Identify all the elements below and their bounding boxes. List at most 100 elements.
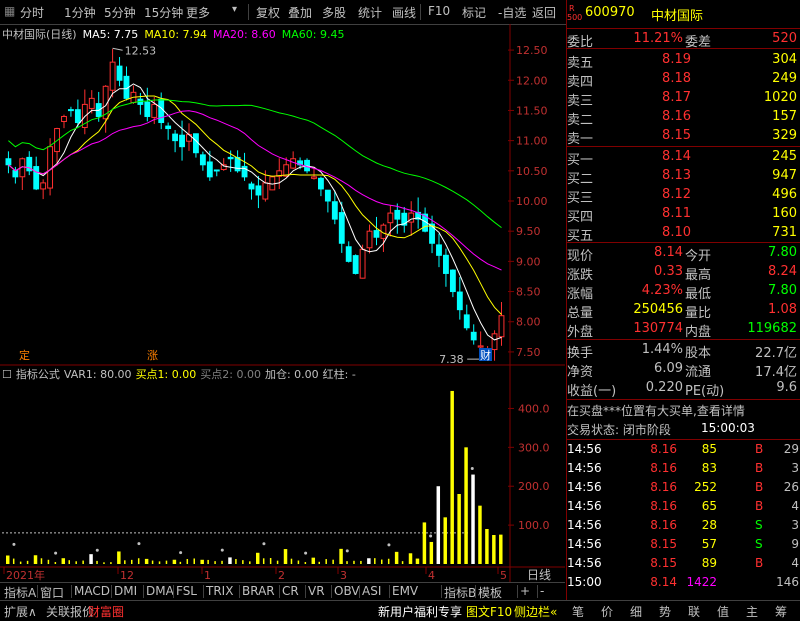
indicator-bar [297,560,300,564]
period-label[interactable]: 日线 [527,568,551,582]
fin-label: PE(动) [685,384,725,399]
divider [567,339,800,340]
stat-value: 4.23% [641,283,683,298]
toolbar-dropdown-icon[interactable]: ▾ [232,4,237,15]
tick-num: 29 [783,442,799,456]
indicator-dot [95,548,99,552]
tab-12[interactable]: EMV [392,584,418,598]
bottom-left-2[interactable]: 财富圈 [88,603,124,620]
tab-2[interactable]: MACD [74,584,110,598]
toolbar-item-7[interactable]: 多股 [322,4,346,21]
ask-price: 8.16 [662,109,691,124]
tick-row: 14:56 8.15 57 S 9 [567,536,800,555]
stat-row: 现价 8.14 今开 7.80 [567,244,800,264]
tick-num: 3 [791,461,799,475]
toolbar-item-8[interactable]: 统计 [358,4,382,21]
stat-value: 250456 [633,302,683,317]
tab-6[interactable]: TRIX [206,584,233,598]
tab-separator [239,585,240,598]
indicator-bar [283,549,288,564]
bottom-sidebar[interactable]: 侧边栏« [514,603,557,620]
toolbar-item-1[interactable]: 1分钟 [64,4,96,21]
toolbar-item-3[interactable]: 15分钟 [144,4,183,21]
bottom-right-2[interactable]: 细 [630,603,642,620]
bottom-right-0[interactable]: 笔 [572,603,584,620]
big-order-notice[interactable]: 在买盘***位置有大买单,查看详情 [567,402,745,419]
tab-13[interactable]: 指标B [444,584,476,601]
tick-row: 14:56 8.16 28 S 3 [567,517,800,536]
indicator-bar [228,557,232,564]
bottom-right-5[interactable]: 值 [717,603,729,620]
bottom-left-1[interactable]: 关联报价 [46,603,94,620]
fin-label: 流通 [685,365,712,380]
tab-11[interactable]: ASI [362,584,381,598]
y-tick-label: 11.50 [516,104,548,117]
toolbar-item-13[interactable]: 返回 [532,4,556,21]
stat-label: 量比 [685,306,712,321]
candle-body [116,65,123,81]
tab-1[interactable]: 窗口 [40,584,64,601]
tick-price: 8.16 [650,461,677,475]
tab-0[interactable]: 指标A [4,584,36,601]
toolbar-item-11[interactable]: 标记 [462,4,486,21]
toolbar-menu-icon[interactable]: ▦ [4,4,15,18]
toolbar-item-0[interactable]: 分时 [20,4,44,21]
toolbar-item-6[interactable]: 叠加 [288,4,312,21]
indicator-name[interactable]: 指标公式 [16,368,60,381]
tab-9[interactable]: VR [308,584,325,598]
indicator-bar [89,554,93,564]
marker-cai[interactable]: 财 [480,348,491,362]
tab-separator [305,585,306,598]
tick-num: 4 [791,556,799,570]
tab-10[interactable]: OBV [334,584,360,598]
bottom-promo[interactable]: 新用户福利专享 [378,603,462,620]
low-label: 7.38 [439,353,464,366]
tab-15[interactable]: + [520,584,530,598]
indicator-bar [318,561,320,564]
tab-14[interactable]: 模板 [478,584,502,601]
bottom-right-3[interactable]: 势 [659,603,671,620]
toolbar-item-12[interactable]: -自选 [498,4,526,21]
candle-body [318,177,324,190]
ask-vol: 304 [772,52,797,67]
tab-7[interactable]: BRAR [242,584,275,598]
divider [567,242,800,243]
tab-8[interactable]: CR [282,584,299,598]
candle-body [109,61,116,91]
tab-separator [71,585,72,598]
tab-separator [475,585,476,598]
bottom-right-4[interactable]: 联 [688,603,700,620]
badge-r: R [569,4,575,13]
bottom-right-7[interactable]: 筹 [775,603,787,620]
tab-4[interactable]: DMA [146,584,174,598]
toolbar-item-10[interactable]: F10 [428,4,450,18]
bottom-right-1[interactable]: 价 [601,603,613,620]
indicator-bar [325,559,327,564]
indicator-toggle-icon[interactable]: ☐ [2,368,12,381]
bid-price: 8.12 [662,187,691,202]
ask-vol: 249 [772,71,797,86]
toolbar-item-9[interactable]: 画线 [392,4,416,21]
tab-16[interactable]: - [540,584,544,598]
tab-5[interactable]: FSL [176,584,197,598]
ma-legend-item: MA10: 7.94 [144,28,208,41]
toolbar-item-4[interactable]: 更多 [186,4,210,21]
indicator-bar [471,474,475,564]
kline-chart[interactable]: 12.50 12.00 11.50 11.00 10.50 10.00 9.50 9.00 8.… [0,24,565,582]
tab-3[interactable]: DMI [114,584,137,598]
ma-legend-item: MA20: 8.60 [213,28,276,41]
bid-row: 买二 8.13 947 [567,167,800,187]
bottom-f10[interactable]: 图文F10 [466,603,512,620]
tick-time: 15:00 [567,575,602,589]
indicator-dot [262,542,266,546]
candle-body [262,182,269,200]
toolbar-item-5[interactable]: 复权 [256,4,280,21]
bottom-right-6[interactable]: 主 [746,603,758,620]
bottom-left-0[interactable]: 扩展∧ [4,603,37,620]
indicator-bar [68,560,70,564]
bid-label: 买一 [567,153,594,168]
toolbar-item-2[interactable]: 5分钟 [104,4,136,21]
marker-ding[interactable]: 定 [19,348,30,362]
marker-zhang[interactable]: 涨 [147,349,158,362]
status-row: 交易状态: 闭市阶段 15:00:03 [567,420,800,439]
